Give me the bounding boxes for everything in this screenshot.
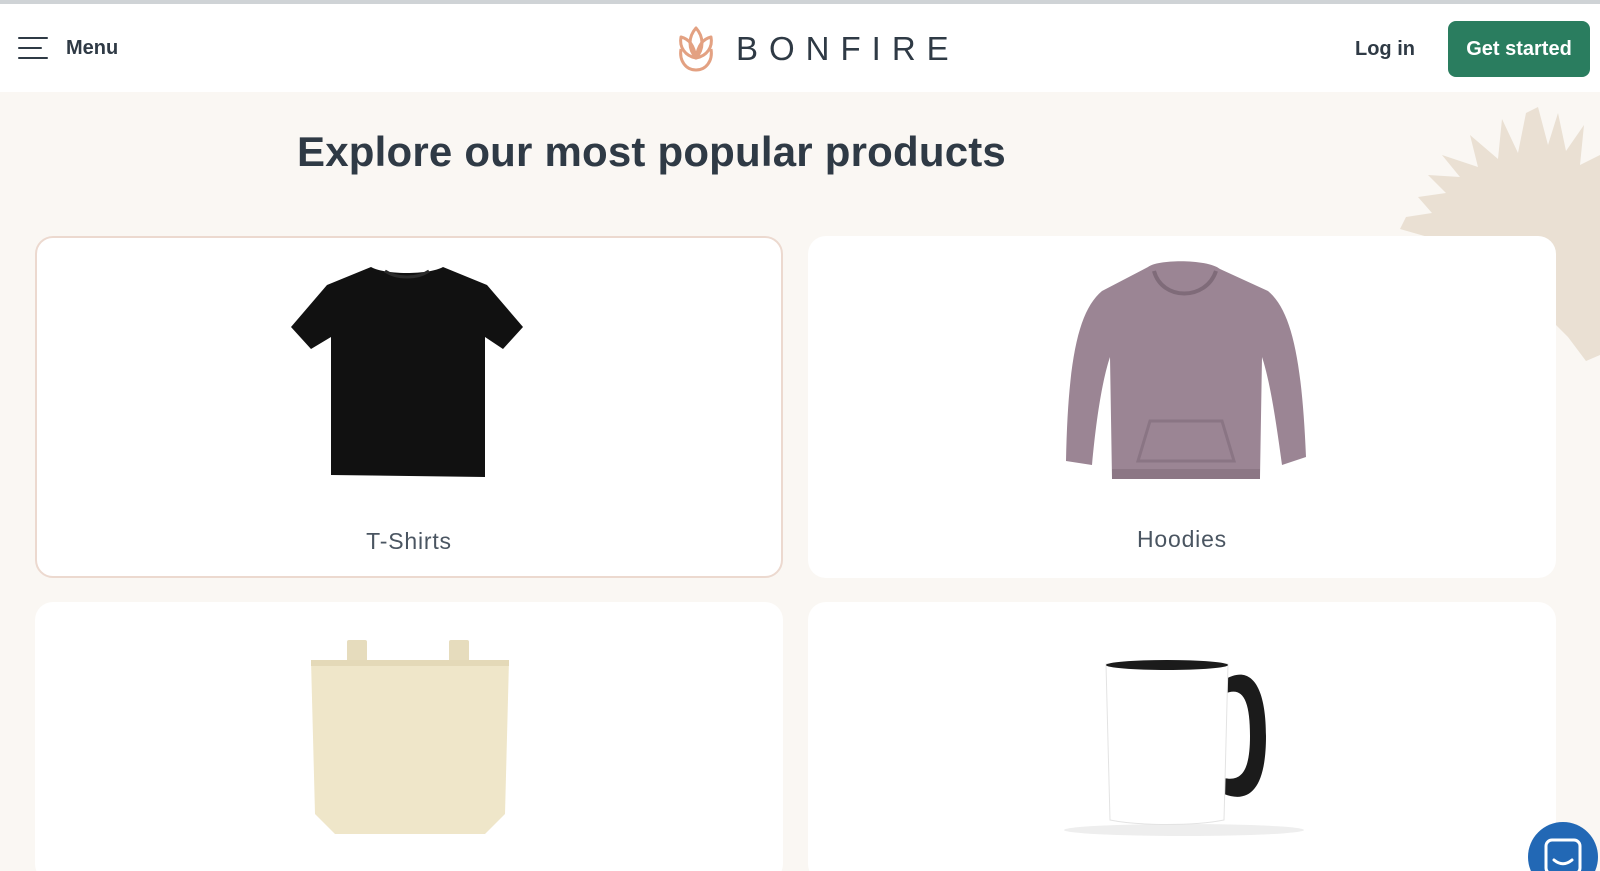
login-link[interactable]: Log in [1355, 38, 1415, 61]
product-card-hoodies[interactable]: Hoodies [808, 236, 1556, 578]
tshirt-image [291, 267, 523, 477]
page-title: Explore our most popular products [297, 128, 1006, 175]
get-started-button[interactable]: Get started [1448, 21, 1590, 77]
product-label: Hoodies [1137, 526, 1227, 552]
brand-name: BONFIRE [736, 30, 960, 67]
hamburger-icon [18, 36, 50, 60]
chat-widget-button[interactable] [1528, 822, 1598, 871]
product-card-tote-bags[interactable] [35, 602, 783, 871]
tote-bag-image [311, 640, 509, 834]
hoodie-image [1066, 261, 1306, 479]
mug-image [1064, 660, 1304, 836]
flame-leaf-icon [679, 26, 713, 72]
product-card-mugs[interactable] [808, 602, 1556, 871]
bonfire-logo[interactable]: BONFIRE [676, 24, 960, 74]
product-card-tshirts[interactable]: T-Shirts [35, 236, 783, 578]
chat-icon [1544, 838, 1582, 871]
site-header: Menu BONFIRE Log in Get started [0, 4, 1600, 92]
menu-label: Menu [66, 36, 119, 59]
menu-button[interactable]: Menu [18, 30, 118, 66]
product-label: T-Shirts [366, 528, 452, 554]
